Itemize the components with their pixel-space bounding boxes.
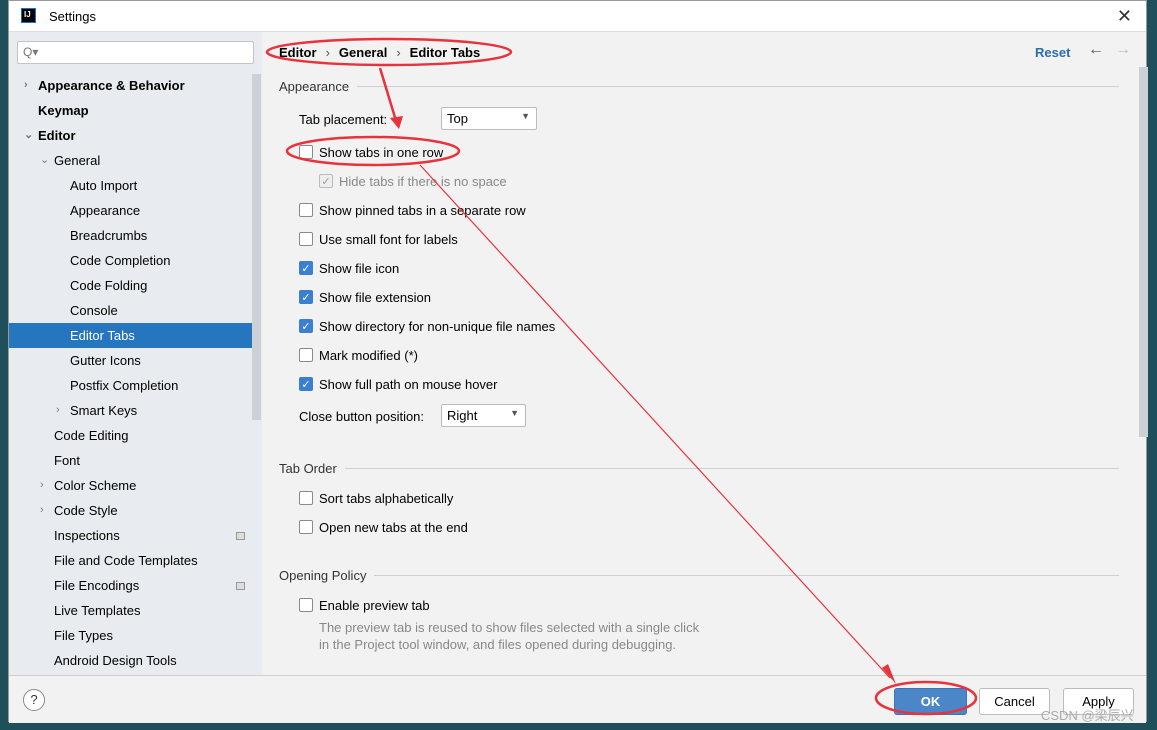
annotation-arrow bbox=[419, 164, 891, 679]
annotation-ellipse bbox=[285, 135, 461, 167]
annotation-arrowhead bbox=[882, 664, 896, 684]
annotation-arrowhead bbox=[390, 116, 403, 129]
annotation-ellipse bbox=[874, 680, 978, 716]
annotation-arrow bbox=[378, 67, 399, 125]
annotation-ellipse bbox=[265, 37, 513, 67]
annotation-overlay bbox=[265, 37, 978, 716]
